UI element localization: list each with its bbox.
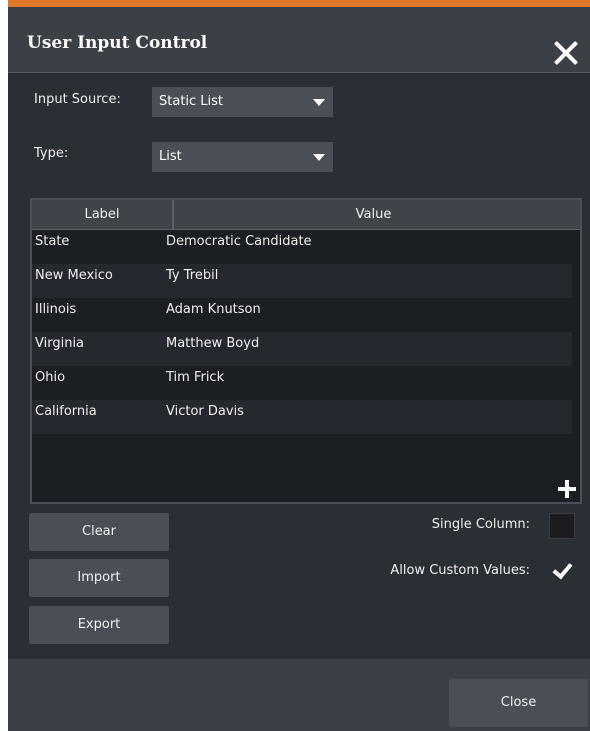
column-header-value[interactable]: Value [174,200,573,229]
table-header: Label Value [32,200,580,230]
table-row[interactable]: Ohio Tim Frick [32,366,572,400]
table-row[interactable]: Virginia Matthew Boyd [32,332,572,366]
chevron-down-icon [313,154,325,161]
dialog-footer: Close [8,659,590,731]
row-value-cell: Matthew Boyd [166,336,260,351]
close-icon[interactable] [553,40,579,66]
checkmark-icon [552,558,573,580]
row-value-cell: Tim Frick [166,370,225,385]
input-source-label: Input Source: [34,92,121,107]
table-row[interactable]: New Mexico Ty Trebil [32,264,572,298]
allow-custom-values-label: Allow Custom Values: [390,563,530,578]
row-label-cell: Virginia [35,336,85,351]
row-value-cell: Ty Trebil [166,268,219,283]
import-button[interactable]: Import [29,559,169,597]
single-column-checkbox[interactable] [549,513,575,539]
row-value-cell: Victor Davis [166,404,244,419]
user-input-control-dialog: User Input Control Input Source: Static … [8,0,590,731]
type-dropdown[interactable]: List [152,142,333,172]
accent-strip [8,0,590,7]
single-column-label: Single Column: [431,517,530,532]
list-table[interactable]: Label Value State Democratic Candidate N… [30,198,582,504]
table-row[interactable]: California Victor Davis [32,400,572,434]
dialog-header: User Input Control [8,7,590,73]
close-button[interactable]: Close [449,679,588,727]
clear-button[interactable]: Clear [29,513,169,551]
table-row[interactable]: State Democratic Candidate [32,230,572,264]
allow-custom-values-checkbox[interactable] [549,558,575,584]
row-label-cell: Ohio [35,370,66,385]
header-corner [574,200,580,229]
export-button[interactable]: Export [29,606,169,644]
chevron-down-icon [313,99,325,106]
input-source-dropdown[interactable]: Static List [152,87,333,117]
plus-icon[interactable] [558,480,576,498]
row-label-cell: California [35,404,97,419]
input-source-value: Static List [159,94,224,109]
row-label-cell: State [35,234,70,249]
row-label-cell: Illinois [35,302,77,317]
dialog-title: User Input Control [27,33,208,53]
row-value-cell: Democratic Candidate [166,234,312,249]
row-label-cell: New Mexico [35,268,113,283]
type-value: List [159,149,182,164]
row-value-cell: Adam Knutson [166,302,261,317]
table-row[interactable]: Illinois Adam Knutson [32,298,572,332]
type-label: Type: [34,146,69,161]
column-header-label[interactable]: Label [32,200,174,229]
